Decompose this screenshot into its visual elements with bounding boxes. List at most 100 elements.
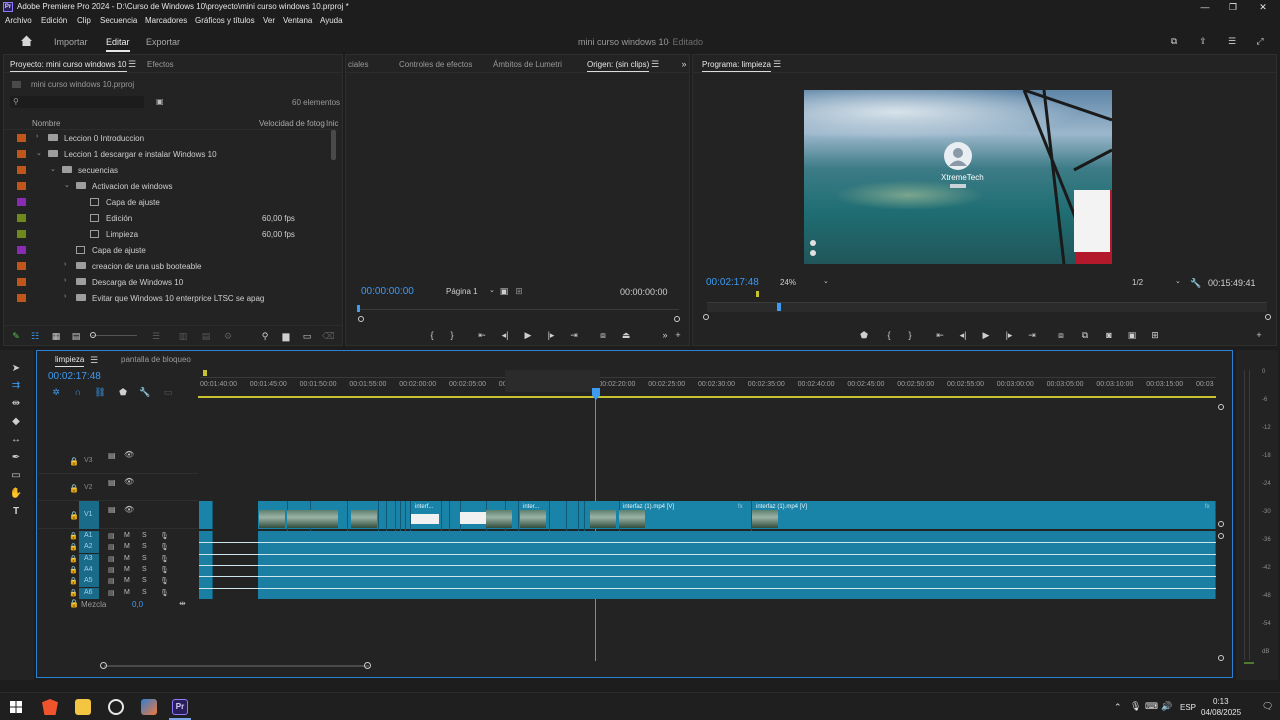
tab-exportar[interactable]: Exportar [146,37,180,47]
menu-graficos[interactable]: Gráficos y títulos [195,16,255,25]
work-area-bar[interactable] [198,396,1216,398]
list-view-icon[interactable]: ☷ [29,331,41,341]
label-color-swatch[interactable] [17,150,26,158]
zoom-slider[interactable] [92,335,137,336]
tab-source[interactable]: Origen: (sin clips) [587,60,650,72]
quick-export-icon[interactable]: ⇪ [1197,36,1209,46]
insert-clip-icon[interactable]: ⧈ [597,330,609,340]
chevron-down-icon[interactable]: ⌄ [50,165,56,173]
microphone-icon[interactable]: 🎙 [160,555,169,563]
timeline-settings-icon[interactable]: 🔧 [139,387,151,397]
go-to-in-icon[interactable]: ⇤ [934,330,946,340]
mute-button[interactable]: M [124,532,130,539]
sync-icon[interactable]: ▤ [108,566,115,574]
h-scroll-left[interactable] [100,662,107,669]
microphone-icon[interactable]: 🎙 [1130,701,1141,712]
panel-menu-icon[interactable]: ☰ [88,355,100,365]
chevron-down-icon[interactable]: ⌄ [64,181,70,189]
tab-program[interactable]: Programa: limpieza [702,60,771,72]
settings-small-icon[interactable]: ▣ [498,286,510,296]
track-label-v1[interactable]: V1 [84,511,93,518]
project-tree-row[interactable]: › creacion de una usb booteable [4,258,334,274]
firefox-icon[interactable] [141,699,157,715]
fullscreen-icon[interactable]: ⤢ [1254,36,1266,46]
zoom-slider-handle[interactable] [90,332,96,338]
scroll-handle-left[interactable] [703,314,709,320]
menu-marcadores[interactable]: Marcadores [145,16,187,25]
insert-icon[interactable]: ⊞ [513,286,525,296]
microphone-icon[interactable]: 🎙 [160,566,169,574]
eye-icon[interactable]: 👁 [124,477,134,486]
mute-button[interactable]: M [124,577,130,584]
timeline-timecode[interactable]: 00:02:17:48 [48,371,101,382]
type-tool-icon[interactable]: T [8,506,24,520]
track-select-icon[interactable]: ⇉ [8,380,24,394]
lock-icon[interactable]: 🔒 [69,484,79,493]
lock-icon[interactable]: 🔒 [69,599,79,608]
label-color-swatch[interactable] [17,278,26,286]
go-to-in-icon[interactable]: ⇤ [476,330,488,340]
play-icon[interactable]: ▶ [522,330,534,340]
mark-in-icon[interactable]: { [883,330,895,340]
ripple-edit-icon[interactable]: ⇹ [8,398,24,412]
chevron-up-icon[interactable]: ⌃ [1114,702,1122,713]
go-to-out-icon[interactable]: ⇥ [1026,330,1038,340]
pen-icon[interactable]: ✒ [8,452,24,466]
new-bin-bottom-icon[interactable]: ▆ [280,331,292,341]
source-playhead[interactable] [357,305,360,312]
mute-button[interactable]: M [124,589,130,596]
project-tree-row[interactable]: ⌄ Activacion de windows [4,178,334,194]
project-tree-row[interactable]: Edición 60,00 fps [4,210,334,226]
solo-button[interactable]: S [142,566,147,573]
overwrite-icon[interactable]: ⏏ [620,330,632,340]
col-fps[interactable]: Velocidad de fotog [259,119,325,128]
tab-cut-label[interactable]: ciales [348,60,368,69]
lock-icon[interactable]: 🔒 [69,566,78,574]
label-color-swatch[interactable] [17,214,26,222]
menu-ayuda[interactable]: Ayuda [320,16,343,25]
tab-project[interactable]: Proyecto: mini curso windows 10 [10,60,127,72]
sync-icon[interactable]: ▤ [108,451,116,460]
icon-view-icon[interactable]: ▦ [50,331,62,341]
search-input[interactable] [10,96,144,108]
scroll-handle-right[interactable] [674,316,680,322]
tab-lumetri-scopes[interactable]: Ámbitos de Lumetri [493,60,562,69]
track-label-a3[interactable]: A3 [84,555,93,562]
microphone-icon[interactable]: 🎙 [160,532,169,540]
wrench-icon[interactable]: 🔧 [1190,278,1202,288]
menu-lines-icon[interactable]: ☰ [1226,36,1238,46]
nest-icon[interactable]: ✲ [50,387,62,397]
label-color-swatch[interactable] [17,294,26,302]
col-start[interactable]: Inic [326,119,338,128]
program-monitor[interactable]: XtremeTech [804,90,1112,264]
step-back-icon[interactable]: ◂| [957,330,969,340]
menu-ventana[interactable]: Ventana [283,16,312,25]
menu-edicion[interactable]: Edición [41,16,67,25]
label-color-swatch[interactable] [17,182,26,190]
sync-icon[interactable]: ▤ [108,589,115,597]
v-scroll-mid[interactable] [1218,521,1224,527]
hand-icon[interactable]: ✋ [8,488,24,502]
new-bin-icon[interactable]: ▣ [156,97,164,106]
windows-start-icon[interactable] [10,701,22,713]
v-scroll-bottom[interactable] [1218,655,1224,661]
tab-sequence-limpieza[interactable]: limpieza [55,355,85,367]
source-scrubber[interactable] [359,309,679,319]
mute-button[interactable]: M [124,543,130,550]
minimize-icon[interactable]: — [1190,0,1220,14]
clip-v1[interactable] [199,501,213,529]
mute-button[interactable]: M [124,566,130,573]
program-timecode[interactable]: 00:02:17:48 [706,277,759,288]
track-label-a5[interactable]: A5 [84,577,93,584]
lift-icon[interactable]: ⧈ [1055,330,1067,340]
snap-icon[interactable]: ∩ [72,387,84,397]
new-item-icon[interactable]: ▭ [301,331,313,341]
notifications-icon[interactable]: 🗨 [1262,701,1273,712]
label-color-swatch[interactable] [17,262,26,270]
scroll-handle-left[interactable] [358,316,364,322]
settings-icon[interactable]: ⚙ [222,331,234,341]
tab-importar[interactable]: Importar [54,37,88,47]
track-label-a1[interactable]: A1 [84,532,93,539]
h-scroll-right[interactable] [364,662,371,669]
microphone-icon[interactable]: 🎙 [160,577,169,585]
